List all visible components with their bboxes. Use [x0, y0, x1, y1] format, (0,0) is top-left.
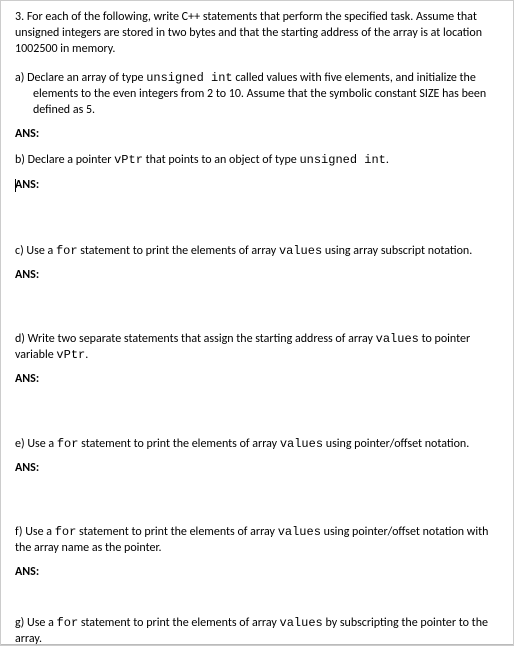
part-a-pre: a) Declare an array of type	[15, 71, 146, 85]
part-e-code2: values	[280, 437, 323, 451]
question-intro: 3. For each of the following, write C++ …	[15, 9, 499, 58]
part-g: g) Use a for statement to print the elem…	[15, 615, 499, 647]
part-c-pre: c) Use a	[15, 244, 56, 258]
part-d-pre: d) Write two separate statements that as…	[15, 332, 376, 346]
part-b-text: b) Declare a pointer vPtr that points to…	[15, 152, 499, 168]
part-c-code2: values	[279, 244, 322, 258]
part-f-mid: statement to print the elements of array	[76, 525, 277, 539]
part-a-line2: elements to the even integers from 2 to …	[15, 86, 499, 102]
part-g-text: g) Use a for statement to print the elem…	[15, 615, 499, 647]
part-g-pre: g) Use a	[15, 616, 57, 630]
ans-label-c: ANS:	[15, 267, 499, 283]
part-f-pre: f) Use a	[15, 525, 55, 539]
part-a-code: unsigned int	[146, 71, 232, 85]
part-e-code1: for	[57, 437, 79, 451]
part-e-post: using pointer/offset notation.	[323, 437, 469, 451]
part-b-code1: vPtr	[114, 153, 143, 167]
part-c-text: c) Use a for statement to print the elem…	[15, 243, 499, 259]
part-d-code1: values	[376, 332, 419, 346]
part-a-line3: defined as 5.	[15, 102, 499, 118]
part-g-mid: statement to print the elements of array	[78, 616, 279, 630]
part-f-code1: for	[55, 525, 77, 539]
part-c-code1: for	[56, 244, 78, 258]
ans-label-d: ANS:	[15, 371, 499, 387]
part-b-post: .	[386, 153, 389, 167]
part-c-mid: statement to print the elements of array	[78, 244, 279, 258]
ans-label-f: ANS:	[15, 564, 499, 580]
part-d-code2: vPtr	[56, 348, 85, 362]
part-a: a) Declare an array of type unsigned int…	[15, 70, 499, 143]
ans-label-a: ANS:	[15, 126, 499, 142]
part-e: e) Use a for statement to print the elem…	[15, 436, 499, 476]
part-a-text: a) Declare an array of type unsigned int…	[15, 70, 499, 119]
part-b-pre: b) Declare a pointer	[15, 153, 114, 167]
part-g-code1: for	[57, 616, 79, 630]
page-cutoff-line	[1, 644, 513, 645]
part-f-code2: values	[278, 525, 321, 539]
part-c-post: using array subscript notation.	[322, 244, 472, 258]
part-b-code2: unsigned int	[299, 153, 385, 167]
part-g-code2: values	[280, 616, 323, 630]
part-e-text: e) Use a for statement to print the elem…	[15, 436, 499, 452]
part-f: f) Use a for statement to print the elem…	[15, 524, 499, 581]
part-e-mid: statement to print the elements of array	[78, 437, 279, 451]
intro-text: 3. For each of the following, write C++ …	[15, 10, 482, 56]
part-a-post: called values with five elements, and in…	[233, 71, 476, 85]
part-b: b) Declare a pointer vPtr that points to…	[15, 152, 499, 192]
part-d-text: d) Write two separate statements that as…	[15, 331, 499, 363]
ans-b-text: ANS:	[15, 178, 39, 192]
part-b-mid: that points to an object of type	[143, 153, 300, 167]
ans-label-b: ANS:	[15, 177, 499, 193]
part-d-post: .	[85, 348, 88, 362]
part-f-text: f) Use a for statement to print the elem…	[15, 524, 499, 556]
part-d: d) Write two separate statements that as…	[15, 331, 499, 388]
ans-label-e: ANS:	[15, 460, 499, 476]
part-e-pre: e) Use a	[15, 437, 57, 451]
part-a-line1: a) Declare an array of type unsigned int…	[15, 70, 499, 86]
part-c: c) Use a for statement to print the elem…	[15, 243, 499, 283]
